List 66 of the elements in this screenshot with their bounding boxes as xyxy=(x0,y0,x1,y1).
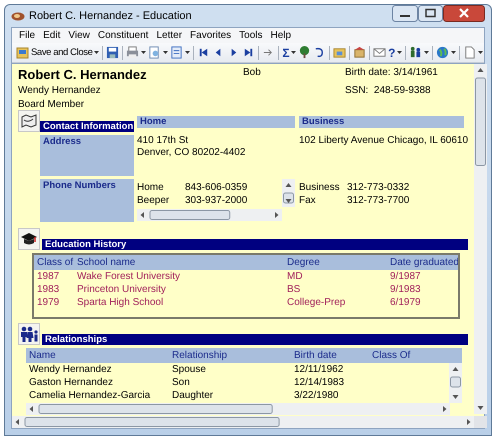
table-cell-text: Daughter xyxy=(172,389,214,402)
table-cell-text: 12/14/1983 xyxy=(294,376,346,389)
column-header[interactable]: Birth date xyxy=(294,348,372,363)
phone-number: 843-606-0359 xyxy=(185,181,248,194)
column-header[interactable]: Date graduated xyxy=(390,255,458,270)
address-line: Denver, CO 80202-4402 xyxy=(137,147,246,159)
constituent-name: Robert C. Hernandez xyxy=(18,67,148,82)
phone-number: 303-937-2000 xyxy=(185,194,248,207)
field-label: SSN: xyxy=(345,85,368,96)
toolbar-button[interactable]: Σ xyxy=(281,44,298,62)
menu-item[interactable]: Favorites xyxy=(186,30,236,41)
menu-item[interactable]: Edit xyxy=(39,30,64,41)
menu-item[interactable]: Constituent xyxy=(94,30,152,41)
constituent-title: Board Member xyxy=(18,99,86,110)
table-cell-text: Camelia Hernandez-Garcia xyxy=(29,389,152,402)
table-cell-text: BS xyxy=(287,283,302,296)
table-cell-text: Wendy Hernandez xyxy=(29,363,113,376)
window-title: Robert C. Hernandez - Education xyxy=(29,10,192,22)
table-cell-text: Son xyxy=(172,376,191,389)
phone-number: 312-773-0332 xyxy=(347,181,410,194)
column-header: Home xyxy=(137,116,295,128)
row-label: Address xyxy=(40,135,134,176)
table-cell-text: College-Prep xyxy=(287,296,346,309)
column-header[interactable]: Class Of xyxy=(372,348,462,363)
table-cell-text: Sparta High School xyxy=(77,296,164,309)
menu-item[interactable]: Help xyxy=(266,30,296,41)
menu-item[interactable]: View xyxy=(64,30,94,41)
table-cell-text: 1979 xyxy=(37,296,60,309)
column-header[interactable]: Degree xyxy=(287,255,390,270)
phone-type: Business xyxy=(299,181,341,194)
column-header[interactable]: School name xyxy=(77,255,287,270)
menu-item[interactable]: File xyxy=(15,30,40,41)
nickname: Bob xyxy=(243,67,262,80)
field-label: Birth date: xyxy=(345,67,391,78)
table-cell-text: Spouse xyxy=(172,363,207,376)
birth-date: 3/14/1961 xyxy=(393,67,438,78)
table-cell-text: 9/1983 xyxy=(390,283,422,296)
phone-type: Beeper xyxy=(137,194,170,207)
table-cell-text: 1987 xyxy=(37,270,60,283)
section-header: Relationships xyxy=(42,334,468,345)
section-header: Contact Information xyxy=(40,121,134,132)
phone-number: 312-773-7700 xyxy=(347,194,410,207)
phone-type: Home xyxy=(137,181,165,194)
table-cell-text: 6/1979 xyxy=(390,296,422,309)
column-header[interactable]: Class of xyxy=(37,255,77,270)
ssn-value: 248-59-9388 xyxy=(374,85,431,96)
column-header[interactable]: Name xyxy=(29,348,172,363)
phone-type: Fax xyxy=(299,194,317,207)
table-cell-text: 12/11/1962 xyxy=(294,363,344,376)
save-and-close-button[interactable]: Save and Close xyxy=(15,44,100,62)
section-header: Education History xyxy=(42,239,468,250)
table-cell-text: MD xyxy=(287,270,304,283)
table-cell-text: 9/1987 xyxy=(390,270,422,283)
spouse-name: Wendy Hernandez xyxy=(18,85,102,96)
menu-item[interactable]: Tools xyxy=(235,30,267,41)
table-cell-text: Wake Forest University xyxy=(77,270,181,283)
table-cell-text: Gaston Hernandez xyxy=(29,376,114,389)
table-cell-text: 3/22/1980 xyxy=(294,389,340,402)
row-label: Phone Numbers xyxy=(40,179,134,222)
table-cell-text: 1983 xyxy=(37,283,60,296)
column-header: Business xyxy=(299,116,464,128)
table-cell-text: Princeton University xyxy=(77,283,167,296)
address-line: 410 17th St xyxy=(137,135,190,147)
menu-item[interactable]: Letter xyxy=(152,30,186,41)
column-header[interactable]: Relationship xyxy=(172,348,294,363)
toolbar-button[interactable]: ? xyxy=(387,44,404,62)
